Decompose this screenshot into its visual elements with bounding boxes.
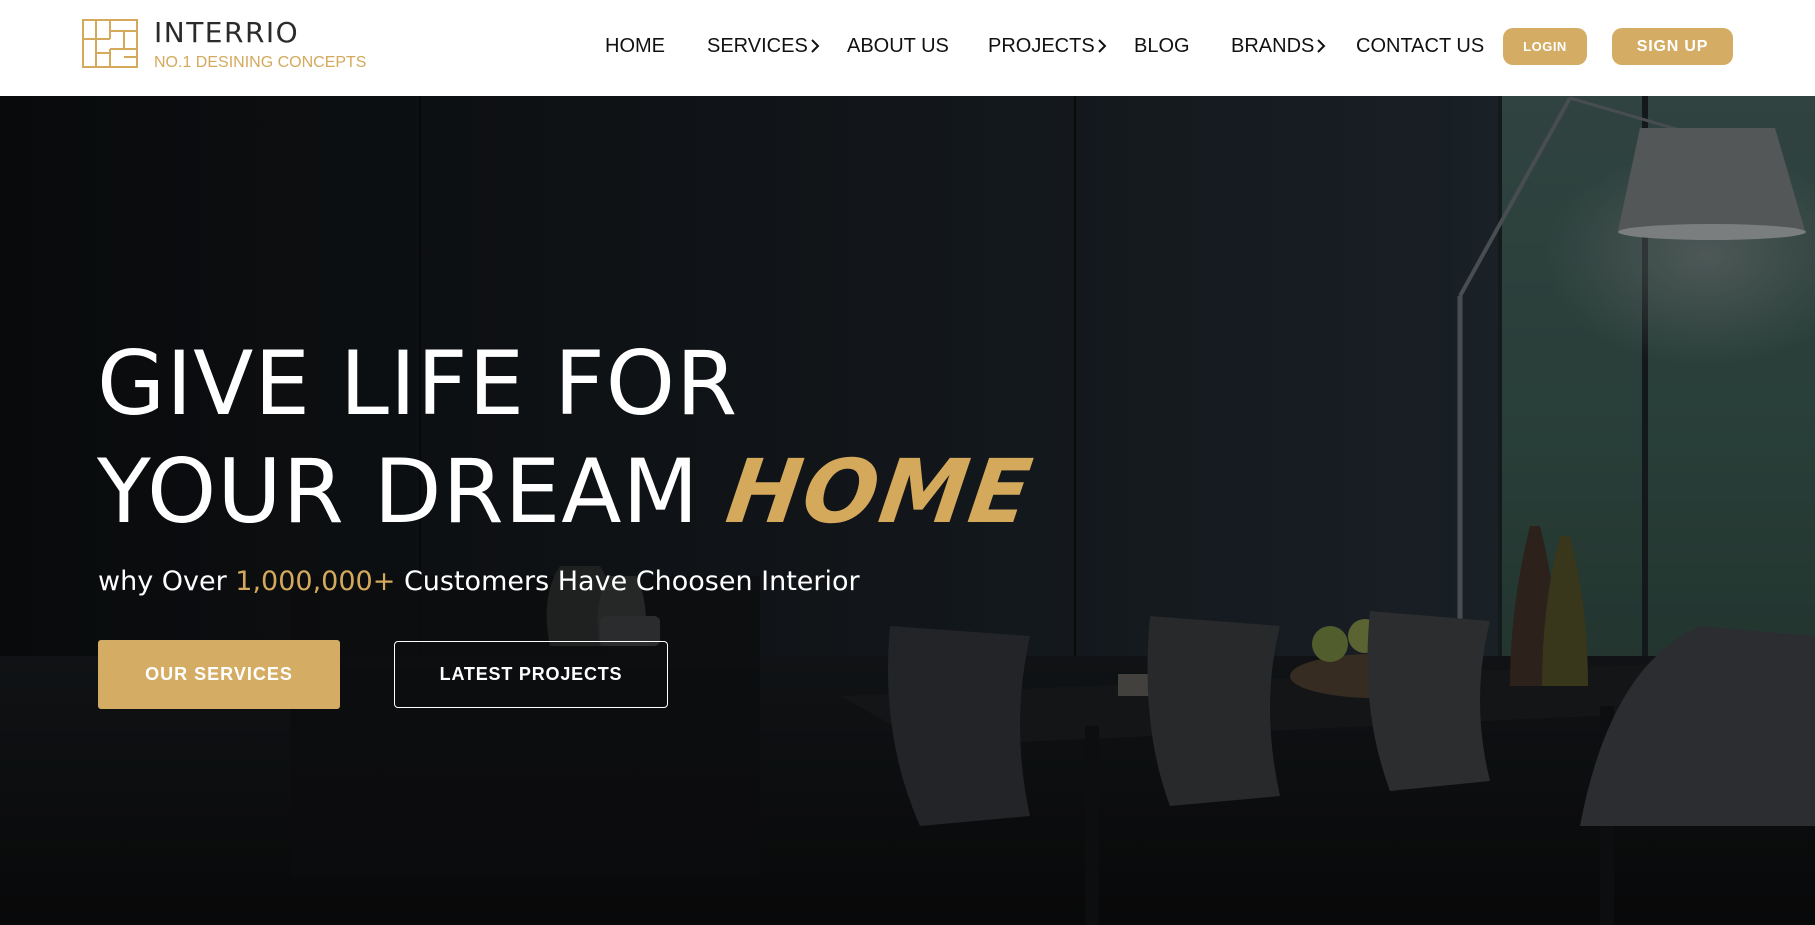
nav-item-home[interactable]: HOME	[605, 33, 665, 59]
nav-item-services[interactable]: SERVICES	[707, 33, 820, 59]
hero-title-text: YOUR DREAM	[97, 440, 700, 543]
subtitle-suffix: Customers Have Choosen Interior	[403, 566, 860, 597]
nav-item-projects[interactable]: PROJECTS	[988, 33, 1107, 59]
hero-title-line-2: YOUR DREAM HOME	[97, 440, 1040, 543]
login-button[interactable]: LOGIN	[1503, 28, 1587, 65]
brand-name: INTERRIO	[154, 16, 300, 49]
nav-item-contact-us[interactable]: CONTACT US	[1356, 33, 1484, 59]
hero-title-line-1: GIVE LIFE FOR	[97, 332, 739, 435]
hero-title-accent: HOME	[721, 440, 1040, 543]
signup-button[interactable]: SIGN UP	[1612, 28, 1733, 65]
nav-label: CONTACT US	[1356, 35, 1485, 57]
nav-label: BLOG	[1134, 35, 1190, 57]
brand-logo[interactable]: INTERRIO NO.1 DESINING CONCEPTS	[82, 16, 367, 71]
nav-item-brands[interactable]: BRANDS	[1231, 33, 1326, 59]
subtitle-highlight: 1,000,000+	[235, 566, 396, 597]
nav-item-blog[interactable]: BLOG	[1134, 33, 1190, 59]
nav-label: SERVICES	[707, 35, 808, 57]
nav-label: ABOUT US	[847, 35, 949, 57]
brand-tagline: NO.1 DESINING CONCEPTS	[154, 54, 367, 71]
chevron-right-icon	[1317, 39, 1326, 53]
nav-label: PROJECTS	[988, 35, 1095, 57]
maze-grid-logo-icon	[82, 19, 138, 68]
chevron-right-icon	[811, 39, 820, 53]
nav-label: BRANDS	[1231, 35, 1315, 57]
hero-section: GIVE LIFE FOR YOUR DREAM HOME why Over 1…	[0, 96, 1815, 925]
nav-label: HOME	[605, 35, 665, 57]
our-services-button[interactable]: OUR SERVICES	[98, 640, 340, 709]
subtitle-prefix: why Over	[98, 566, 227, 597]
latest-projects-button[interactable]: LATEST PROJECTS	[394, 641, 668, 708]
nav-item-about-us[interactable]: ABOUT US	[847, 33, 949, 59]
chevron-right-icon	[1097, 39, 1107, 53]
hero-subtitle: why Over 1,000,000+ Customers Have Choos…	[98, 566, 860, 597]
site-header: INTERRIO NO.1 DESINING CONCEPTS HOME SER…	[0, 0, 1815, 96]
